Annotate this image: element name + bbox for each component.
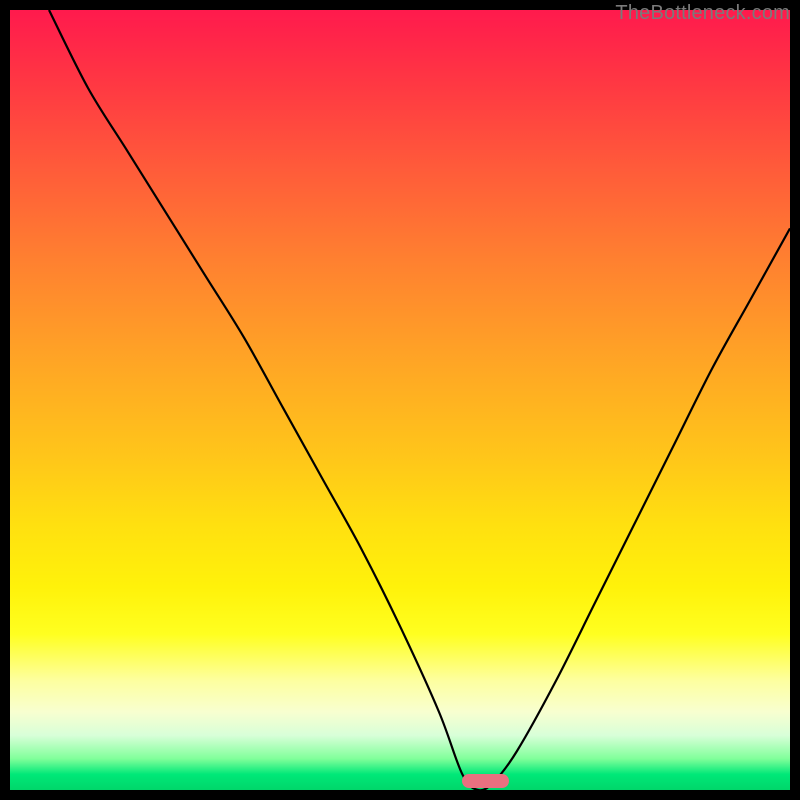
bottleneck-chart xyxy=(10,10,790,790)
bottleneck-curve xyxy=(49,10,790,790)
optimal-marker xyxy=(462,774,509,788)
attribution-label: TheBottleneck.com xyxy=(615,2,790,25)
curve-svg xyxy=(10,10,790,790)
